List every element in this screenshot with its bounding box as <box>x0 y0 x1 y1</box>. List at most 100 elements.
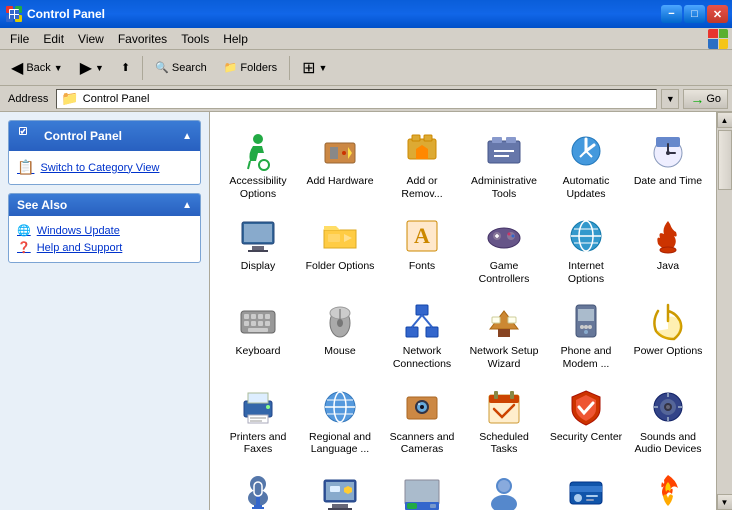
menu-file[interactable]: File <box>4 30 35 48</box>
panel-collapse-icon[interactable]: ▲ <box>182 131 192 142</box>
icon-item-date-and-time[interactable]: Date and Time <box>628 124 708 207</box>
icon-label-4: Automatic Updates <box>549 175 623 200</box>
maximize-button[interactable]: □ <box>684 5 705 23</box>
icon-item-fonts[interactable]: AFonts <box>382 209 462 292</box>
icon-image-26 <box>402 472 442 510</box>
forward-button[interactable]: ▶ ▼ <box>73 54 111 82</box>
icon-item-scheduled-tasks[interactable]: Scheduled Tasks <box>464 380 544 463</box>
icon-item-regional-and-language----[interactable]: Regional and Language ... <box>300 380 380 463</box>
icon-item-automatic-updates[interactable]: Automatic Updates <box>546 124 626 207</box>
icon-item-security-center[interactable]: Security Center <box>546 380 626 463</box>
icon-item-power-options[interactable]: Power Options <box>628 294 708 377</box>
logo-red <box>708 29 718 39</box>
icon-item-java[interactable]: Java <box>628 209 708 292</box>
icon-image-0 <box>238 131 278 171</box>
panel-body: 📋 Switch to Category View <box>9 151 200 184</box>
icon-item-windows-firewall[interactable]: Windows Firewall <box>628 465 708 510</box>
folders-icon: 📁 <box>224 61 238 74</box>
icon-label-5: Date and Time <box>634 175 702 188</box>
icon-item-scanners-and-cameras[interactable]: Scanners and Cameras <box>382 380 462 463</box>
address-field[interactable]: 📁 Control Panel <box>56 89 657 109</box>
icon-image-11 <box>648 216 688 256</box>
see-also-body: 🌐 Windows Update ❓ Help and Support <box>9 216 200 262</box>
logo-green <box>719 29 729 39</box>
icon-item-speech[interactable]: Speech <box>218 465 298 510</box>
windows-update-icon: 🌐 <box>17 224 31 237</box>
icon-label-0: Accessibility Options <box>221 175 295 200</box>
icon-label-2: Add or Remov... <box>385 175 459 200</box>
icon-item-system[interactable]: System <box>300 465 380 510</box>
icon-image-8: A <box>402 216 442 256</box>
menu-favorites[interactable]: Favorites <box>112 30 173 48</box>
icon-item-windows-cardspace[interactable]: Windows CardSpace <box>546 465 626 510</box>
up-button[interactable]: ⬆ <box>114 54 137 82</box>
see-also-label: See Also <box>17 198 67 212</box>
content-wrapper: Accessibility OptionsAdd HardwareAdd or … <box>210 112 732 510</box>
icon-item-add-hardware[interactable]: Add Hardware <box>300 124 380 207</box>
back-icon: ◀ <box>11 58 23 78</box>
scroll-down-button[interactable]: ▼ <box>717 494 732 510</box>
views-button[interactable]: ⊞ ▼ <box>295 54 334 82</box>
window-icon <box>6 6 22 22</box>
icon-image-24 <box>238 472 278 510</box>
icon-item-phone-and-modem----[interactable]: Phone and Modem ... <box>546 294 626 377</box>
menu-tools[interactable]: Tools <box>175 30 215 48</box>
up-icon: ⬆ <box>121 61 130 74</box>
icon-image-25 <box>320 472 360 510</box>
icon-item-taskbar-and-start-menu[interactable]: Taskbar and Start Menu <box>382 465 462 510</box>
icon-label-6: Display <box>241 260 275 273</box>
icon-item-folder-options[interactable]: Folder Options <box>300 209 380 292</box>
icon-label-19: Regional and Language ... <box>303 431 377 456</box>
help-support-link[interactable]: ❓ Help and Support <box>17 239 192 256</box>
go-button[interactable]: → Go <box>683 89 728 109</box>
icon-item-administrative-tools[interactable]: Administrative Tools <box>464 124 544 207</box>
icon-item-network-connections[interactable]: Network Connections <box>382 294 462 377</box>
address-folder-icon: 📁 <box>61 90 78 107</box>
menu-view[interactable]: View <box>72 30 110 48</box>
icon-image-18 <box>238 387 278 427</box>
menu-edit[interactable]: Edit <box>37 30 70 48</box>
logo-blue <box>708 39 718 49</box>
address-dropdown-button[interactable]: ▼ <box>661 89 679 109</box>
icon-image-2 <box>402 131 442 171</box>
icon-item-user-accounts[interactable]: User Accounts <box>464 465 544 510</box>
back-button[interactable]: ◀ Back ▼ <box>4 54 70 82</box>
control-panel-header[interactable]: Control Panel ▲ <box>9 121 200 151</box>
scroll-up-button[interactable]: ▲ <box>717 112 732 128</box>
svg-text:A: A <box>414 223 430 248</box>
icon-item-mouse[interactable]: Mouse <box>300 294 380 377</box>
search-label: Search <box>172 62 207 74</box>
scroll-thumb[interactable] <box>718 130 732 190</box>
icon-image-9 <box>484 216 524 256</box>
icon-item-internet-options[interactable]: Internet Options <box>546 209 626 292</box>
control-panel-header-icon <box>17 125 39 147</box>
icon-item-game-controllers[interactable]: Game Controllers <box>464 209 544 292</box>
icon-item-add-or-remov---[interactable]: Add or Remov... <box>382 124 462 207</box>
search-button[interactable]: 🔍 Search <box>148 54 214 82</box>
folders-button[interactable]: 📁 Folders <box>217 54 284 82</box>
icon-item-sounds-and-audio-devices[interactable]: Sounds and Audio Devices <box>628 380 708 463</box>
menu-help[interactable]: Help <box>217 30 254 48</box>
icon-image-1 <box>320 131 360 171</box>
icon-label-12: Keyboard <box>236 345 281 358</box>
close-button[interactable]: ✕ <box>707 5 728 23</box>
right-content: Accessibility OptionsAdd HardwareAdd or … <box>210 112 716 510</box>
see-also-header[interactable]: See Also ▲ <box>9 194 200 216</box>
go-arrow-icon: → <box>690 91 704 107</box>
icon-label-14: Network Connections <box>385 345 459 370</box>
icon-item-keyboard[interactable]: Keyboard <box>218 294 298 377</box>
icon-image-28 <box>566 472 606 510</box>
windows-update-label: Windows Update <box>37 225 120 237</box>
icon-item-printers-and-faxes[interactable]: Printers and Faxes <box>218 380 298 463</box>
switch-category-link[interactable]: 📋 Switch to Category View <box>17 157 192 178</box>
main-area: Control Panel ▲ 📋 Switch to Category Vie… <box>0 112 732 510</box>
windows-update-link[interactable]: 🌐 Windows Update <box>17 222 192 239</box>
icon-item-display[interactable]: Display <box>218 209 298 292</box>
icon-image-10 <box>566 216 606 256</box>
forward-icon: ▶ <box>80 58 92 78</box>
icon-label-7: Folder Options <box>306 260 375 273</box>
icon-item-network-setup-wizard[interactable]: Network Setup Wizard <box>464 294 544 377</box>
icon-item-accessibility-options[interactable]: Accessibility Options <box>218 124 298 207</box>
minimize-button[interactable]: − <box>661 5 682 23</box>
see-also-collapse-icon[interactable]: ▲ <box>182 200 192 211</box>
